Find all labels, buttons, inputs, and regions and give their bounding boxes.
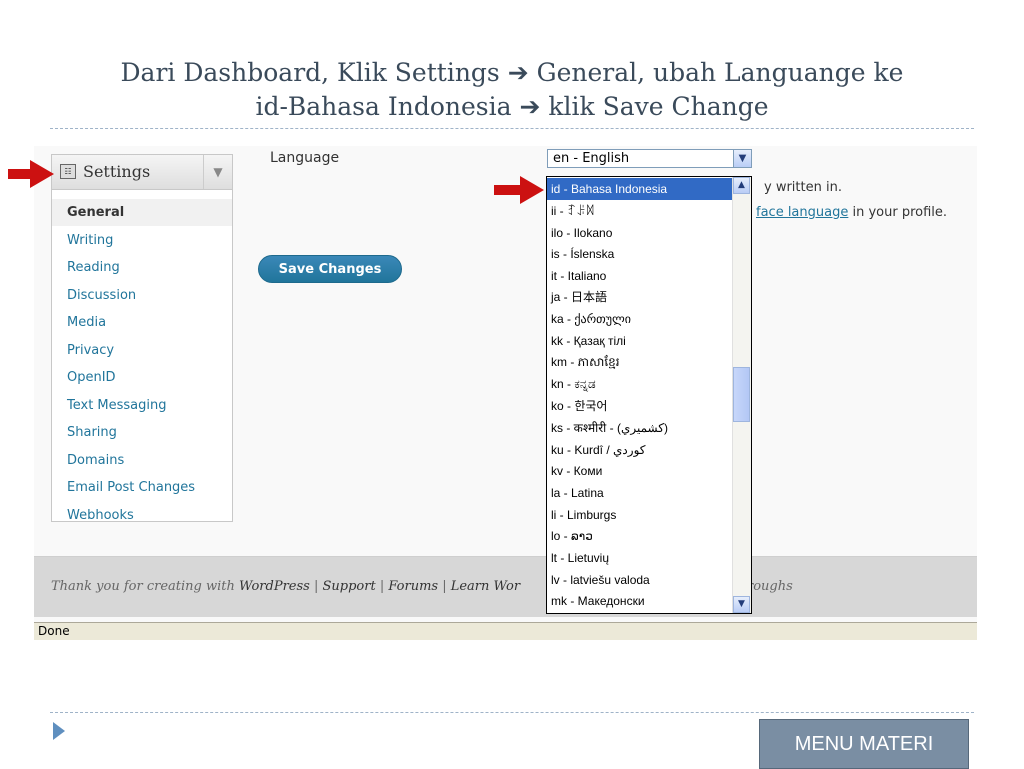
- language-option[interactable]: ku - Kurdî / كوردي: [547, 439, 733, 461]
- footer-wordpress-link[interactable]: WordPress: [239, 579, 310, 594]
- language-option[interactable]: it - Italiano: [547, 265, 733, 287]
- menu-item-email-post-changes[interactable]: Email Post Changes: [52, 474, 232, 501]
- interface-language-link[interactable]: face language: [756, 205, 848, 220]
- language-option[interactable]: lt - Lietuvių: [547, 547, 733, 569]
- admin-footer: Thank you for creating with WordPress | …: [34, 556, 977, 617]
- language-option[interactable]: mk - Македонски: [547, 590, 733, 612]
- language-dropdown-list[interactable]: id - Bahasa Indonesia ii - ꆈꌠꉙ ilo - Ilo…: [546, 176, 752, 614]
- language-option[interactable]: lo - ລາວ: [547, 525, 733, 547]
- menu-materi-button[interactable]: MENU MATERI: [759, 719, 969, 769]
- footer-links: Thank you for creating with WordPress | …: [51, 579, 520, 594]
- settings-menu-label: Settings: [83, 162, 151, 181]
- language-label: Language: [270, 150, 340, 166]
- language-option[interactable]: li - Limburgs: [547, 504, 733, 526]
- settings-menu: ☷ Settings ▼ General Writing Reading Dis…: [51, 154, 233, 523]
- chevron-down-icon[interactable]: ▼: [733, 150, 751, 167]
- language-option[interactable]: kv - Коми: [547, 460, 733, 482]
- settings-icon: ☷: [60, 164, 76, 179]
- language-option[interactable]: ja - 日本語: [547, 286, 733, 308]
- menu-item-domains[interactable]: Domains: [52, 447, 232, 474]
- play-triangle-icon: [53, 722, 65, 740]
- language-description: y written in.: [764, 180, 842, 195]
- screenshot: ☷ Settings ▼ General Writing Reading Dis…: [34, 146, 977, 640]
- menu-item-openid[interactable]: OpenID: [52, 364, 232, 391]
- language-option[interactable]: id - Bahasa Indonesia: [547, 178, 733, 200]
- scroll-down-icon[interactable]: ▼: [733, 596, 750, 613]
- footer-separator: |: [375, 579, 389, 594]
- language-option[interactable]: is - Íslenska: [547, 243, 733, 265]
- chevron-down-icon[interactable]: ▼: [203, 155, 232, 189]
- status-text: Done: [38, 624, 70, 638]
- menu-item-writing[interactable]: Writing: [52, 227, 232, 254]
- footer-learn-link[interactable]: Learn Wor: [451, 579, 520, 594]
- scroll-up-icon[interactable]: ▲: [733, 177, 750, 194]
- scrollbar-thumb[interactable]: [733, 367, 750, 422]
- menu-item-webhooks[interactable]: Webhooks: [52, 502, 232, 529]
- footer-separator: |: [309, 579, 323, 594]
- dropdown-scrollbar[interactable]: ▲ ▼: [732, 177, 751, 613]
- language-option[interactable]: kk - Қазақ тілі: [547, 330, 733, 352]
- footer-forums-link[interactable]: Forums: [388, 579, 438, 594]
- language-option[interactable]: ka - ქართული: [547, 308, 733, 330]
- slide-title: Dari Dashboard, Klik Settings ➔ General,…: [0, 56, 1024, 124]
- footer-thank-you: Thank you for creating with: [51, 579, 239, 594]
- language-option[interactable]: ilo - Ilokano: [547, 222, 733, 244]
- red-arrow-icon: [494, 176, 544, 204]
- save-changes-button[interactable]: Save Changes: [258, 255, 402, 283]
- profile-note-text: in your profile.: [848, 205, 948, 220]
- menu-item-reading[interactable]: Reading: [52, 254, 232, 281]
- menu-item-discussion[interactable]: Discussion: [52, 282, 232, 309]
- slide-title-line-2: id-Bahasa Indonesia ➔ klik Save Change: [255, 92, 769, 121]
- settings-menu-header[interactable]: ☷ Settings ▼: [52, 155, 232, 190]
- menu-item-general[interactable]: General: [52, 199, 232, 226]
- red-arrow-icon: [8, 160, 54, 188]
- language-option[interactable]: ks - कश्मीरी - (كشميري): [547, 417, 733, 439]
- language-option[interactable]: ko - 한국어: [547, 395, 733, 417]
- settings-page: ☷ Settings ▼ General Writing Reading Dis…: [34, 146, 977, 556]
- slide-title-line-1: Dari Dashboard, Klik Settings ➔ General,…: [120, 58, 904, 87]
- browser-status-bar: Done: [34, 622, 977, 640]
- menu-item-sharing[interactable]: Sharing: [52, 419, 232, 446]
- menu-item-text-messaging[interactable]: Text Messaging: [52, 392, 232, 419]
- footer-walkthroughs-link[interactable]: roughs: [747, 579, 793, 594]
- language-select-value: en - English: [553, 151, 630, 166]
- language-option[interactable]: la - Latina: [547, 482, 733, 504]
- menu-item-privacy[interactable]: Privacy: [52, 337, 232, 364]
- language-option[interactable]: km - ភាសាខ្មែរ: [547, 351, 733, 373]
- divider-top: [50, 128, 974, 129]
- language-option[interactable]: kn - ಕನ್ನಡ: [547, 373, 733, 395]
- footer-support-link[interactable]: Support: [323, 579, 376, 594]
- language-profile-note: face language in your profile.: [756, 205, 947, 220]
- menu-item-media[interactable]: Media: [52, 309, 232, 336]
- language-option[interactable]: ii - ꆈꌠꉙ: [547, 200, 733, 222]
- divider-bottom: [50, 712, 974, 713]
- language-option[interactable]: lv - latviešu valoda: [547, 569, 733, 591]
- language-select[interactable]: en - English ▼: [547, 149, 752, 168]
- footer-separator: |: [438, 579, 451, 594]
